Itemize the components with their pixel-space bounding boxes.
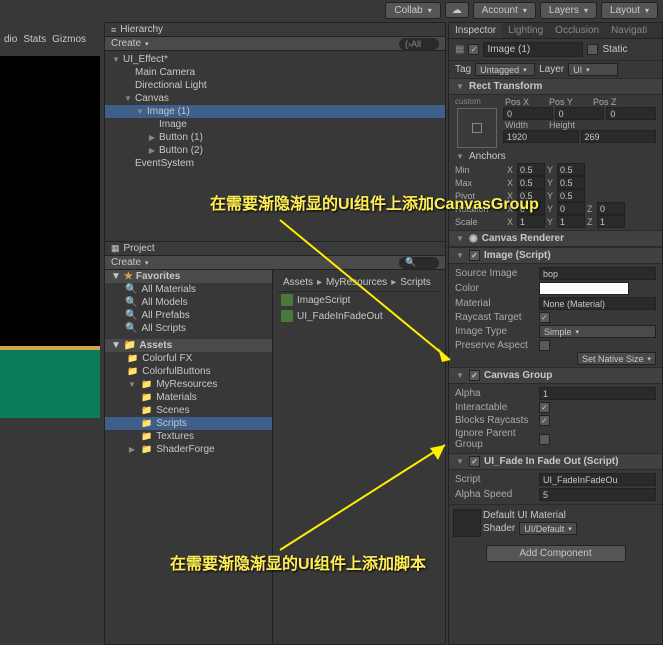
folder-item[interactable]: 📁ColorfulButtons xyxy=(105,365,272,378)
anchor-maxx[interactable]: 0.5 xyxy=(517,176,545,189)
favorite-item[interactable]: 🔍All Prefabs xyxy=(105,309,272,322)
folder-item[interactable]: ▶ 📁ShaderForge xyxy=(105,443,272,456)
active-checkbox[interactable] xyxy=(468,44,479,55)
ignore-checkbox[interactable] xyxy=(539,434,550,445)
canvas-renderer-header[interactable]: ▼◉Canvas Renderer xyxy=(449,230,662,247)
project-tab[interactable]: ▦Project xyxy=(105,242,445,256)
fade-script-header[interactable]: ▼UI_Fade In Fade Out (Script) xyxy=(449,453,662,470)
folder-item[interactable]: 📁Textures xyxy=(105,430,272,443)
source-image-field[interactable]: bop xyxy=(539,267,656,280)
raycast-checkbox[interactable] xyxy=(539,312,550,323)
hierarchy-panel: ≡Hierarchy Create▾ (›All ▼UI_Effect*Main… xyxy=(104,22,446,242)
anchor-preset-button[interactable] xyxy=(457,108,497,148)
scene-divider xyxy=(0,346,100,350)
hierarchy-item[interactable]: ▶Button (1) xyxy=(105,131,445,144)
hierarchy-item[interactable]: EventSystem xyxy=(105,157,445,170)
hierarchy-item[interactable]: Directional Light xyxy=(105,79,445,92)
width-input[interactable]: 1920 xyxy=(503,130,579,143)
static-checkbox[interactable] xyxy=(587,44,598,55)
gameobject-name-input[interactable] xyxy=(483,42,583,57)
cloud-icon[interactable]: ☁ xyxy=(445,2,469,18)
posz-input[interactable]: 0 xyxy=(606,107,656,120)
color-field[interactable] xyxy=(539,282,629,295)
canvas-group-header[interactable]: ▼Canvas Group xyxy=(449,367,662,384)
tag-dropdown[interactable]: Untagged xyxy=(475,63,535,76)
material-preview xyxy=(453,509,481,537)
alpha-input[interactable]: 1 xyxy=(539,387,656,400)
asset-item[interactable]: UI_FadeInFadeOut xyxy=(277,308,441,324)
favorite-item[interactable]: 🔍All Scripts xyxy=(105,322,272,335)
scale-y[interactable]: 1 xyxy=(557,215,585,228)
hierarchy-item[interactable]: ▼Image (1) xyxy=(105,105,445,118)
preserve-checkbox[interactable] xyxy=(539,340,550,351)
shader-dropdown[interactable]: UI/Default xyxy=(519,522,577,535)
hierarchy-item[interactable]: Main Camera xyxy=(105,66,445,79)
project-create-button[interactable]: Create xyxy=(111,257,141,268)
hierarchy-search[interactable]: (›All xyxy=(399,38,439,50)
favorite-item[interactable]: 🔍All Materials xyxy=(105,283,272,296)
set-native-button[interactable]: Set Native Size xyxy=(577,352,656,365)
scale-x[interactable]: 1 xyxy=(517,215,545,228)
hierarchy-icon: ≡ xyxy=(111,25,116,35)
project-search[interactable]: 🔍 xyxy=(399,257,439,269)
favorites-header[interactable]: ▼★Favorites xyxy=(105,270,272,283)
posx-input[interactable]: 0 xyxy=(503,107,553,120)
hierarchy-item[interactable]: ▶Button (2) xyxy=(105,144,445,157)
folder-item[interactable]: 📁Materials xyxy=(105,391,272,404)
scene-ground xyxy=(0,350,100,418)
rect-transform-header[interactable]: ▼Rect Transform xyxy=(449,78,662,95)
folder-item[interactable]: 📁Scenes xyxy=(105,404,272,417)
favorite-item[interactable]: 🔍All Models xyxy=(105,296,272,309)
anchor-miny[interactable]: 0.5 xyxy=(557,163,585,176)
pivot-x[interactable]: 0.5 xyxy=(517,189,545,202)
collab-button[interactable]: Collab xyxy=(385,2,440,19)
hierarchy-item[interactable]: ▼UI_Effect* xyxy=(105,53,445,66)
tab-lighting[interactable]: Lighting xyxy=(502,23,549,38)
tab-inspector[interactable]: Inspector xyxy=(449,23,502,38)
folder-item[interactable]: 📁Scripts xyxy=(105,417,272,430)
rot-z[interactable]: 0 xyxy=(597,202,625,215)
rot-x[interactable]: 0 xyxy=(517,202,545,215)
tab-navigation[interactable]: Navigati xyxy=(605,23,653,38)
assets-header[interactable]: ▼📁Assets xyxy=(105,339,272,352)
hierarchy-tab[interactable]: ≡Hierarchy xyxy=(105,23,445,37)
account-dropdown[interactable]: Account xyxy=(473,2,536,19)
tab-occlusion[interactable]: Occlusion xyxy=(549,23,605,38)
posy-input[interactable]: 0 xyxy=(555,107,605,120)
rot-y[interactable]: 0 xyxy=(557,202,585,215)
layers-dropdown[interactable]: Layers xyxy=(540,2,597,19)
image-component-header[interactable]: ▼Image (Script) xyxy=(449,247,662,264)
blocks-checkbox[interactable] xyxy=(539,415,550,426)
create-button[interactable]: Create xyxy=(111,38,141,49)
folder-item[interactable]: ▼ 📁MyResources xyxy=(105,378,272,391)
folder-item[interactable]: 📁Colorful FX xyxy=(105,352,272,365)
anchor-maxy[interactable]: 0.5 xyxy=(557,176,585,189)
height-input[interactable]: 269 xyxy=(581,130,657,143)
inspector-panel: Inspector Lighting Occlusion Navigati ▦ … xyxy=(448,22,663,645)
breadcrumb[interactable]: Assets▸MyResources▸Scripts xyxy=(277,274,441,292)
material-field[interactable]: None (Material) xyxy=(539,297,656,310)
layout-dropdown[interactable]: Layout xyxy=(601,2,658,19)
project-icon: ▦ xyxy=(111,243,120,254)
pivot-y[interactable]: 0.5 xyxy=(557,189,585,202)
scale-z[interactable]: 1 xyxy=(597,215,625,228)
hierarchy-item[interactable]: Image xyxy=(105,118,445,131)
anchor-minx[interactable]: 0.5 xyxy=(517,163,545,176)
add-component-button[interactable]: Add Component xyxy=(486,545,626,562)
alpha-speed-input[interactable]: 5 xyxy=(539,488,656,501)
cube-icon: ▦ xyxy=(455,44,464,55)
scene-toolbar: dioStatsGizmos xyxy=(0,34,100,48)
layer-dropdown[interactable]: UI xyxy=(568,63,618,76)
asset-item[interactable]: ImageScript xyxy=(277,292,441,308)
hierarchy-item[interactable]: ▼Canvas xyxy=(105,92,445,105)
project-panel: ▦Project Create▾ 🔍 ▼★Favorites 🔍All Mate… xyxy=(104,241,446,645)
imagetype-dropdown[interactable]: Simple xyxy=(539,325,656,338)
interactable-checkbox[interactable] xyxy=(539,402,550,413)
script-field[interactable]: UI_FadeInFadeOu xyxy=(539,473,656,486)
